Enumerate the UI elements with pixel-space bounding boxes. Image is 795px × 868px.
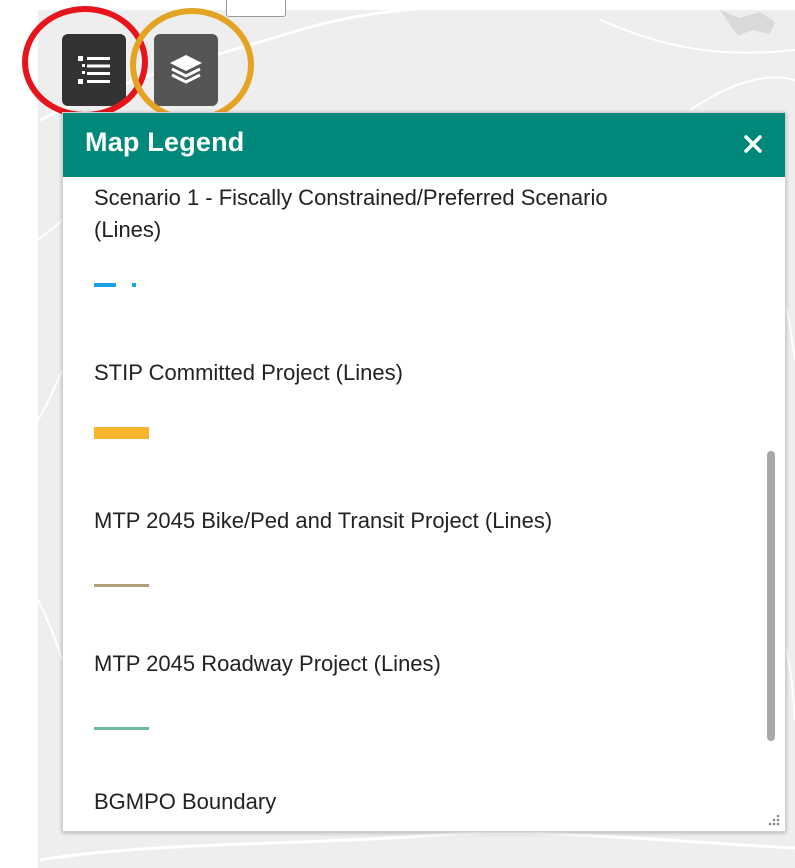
legend-label: MTP 2045 Roadway Project (Lines) bbox=[94, 651, 441, 676]
legend-scrollbar[interactable] bbox=[767, 193, 775, 813]
legend-symbol bbox=[94, 427, 154, 441]
legend-title: Map Legend bbox=[85, 127, 245, 157]
legend-list-icon bbox=[78, 56, 110, 84]
close-icon bbox=[744, 135, 762, 153]
legend-label: STIP Committed Project (Lines) bbox=[94, 360, 403, 385]
legend-panel: Map Legend Scenario 1 - Fiscally Constra… bbox=[62, 112, 786, 832]
legend-label: BGMPO Boundary bbox=[94, 789, 277, 814]
layers-button[interactable] bbox=[154, 34, 218, 106]
legend-symbol bbox=[94, 583, 154, 589]
legend-item: STIP Committed Project (Lines) bbox=[94, 357, 754, 439]
legend-symbol bbox=[94, 280, 154, 290]
search-box[interactable] bbox=[226, 0, 286, 17]
legend-item: MTP 2045 Roadway Project (Lines) bbox=[94, 648, 754, 730]
resize-grip-icon[interactable] bbox=[765, 811, 781, 827]
legend-label: Scenario 1 - Fiscally Constrained/Prefer… bbox=[94, 185, 608, 210]
legend-item: MTP 2045 Bike/Ped and Transit Project (L… bbox=[94, 505, 754, 587]
layers-stack-icon bbox=[170, 55, 202, 84]
legend-item: Scenario 1 - Fiscally Constrained/Prefer… bbox=[94, 182, 754, 287]
legend-label: (Lines) bbox=[94, 217, 162, 242]
top-margin bbox=[0, 0, 795, 10]
left-margin bbox=[0, 0, 38, 868]
legend-symbol bbox=[94, 726, 154, 732]
legend-button[interactable] bbox=[62, 34, 126, 106]
legend-body[interactable]: Scenario 1 - Fiscally Constrained/Prefer… bbox=[63, 177, 785, 831]
scrollbar-thumb[interactable] bbox=[767, 451, 775, 741]
close-button[interactable] bbox=[737, 125, 769, 163]
legend-label: MTP 2045 Bike/Ped and Transit Project (L… bbox=[94, 508, 553, 533]
legend-header: Map Legend bbox=[63, 113, 785, 177]
legend-item: BGMPO Boundary bbox=[94, 786, 754, 818]
